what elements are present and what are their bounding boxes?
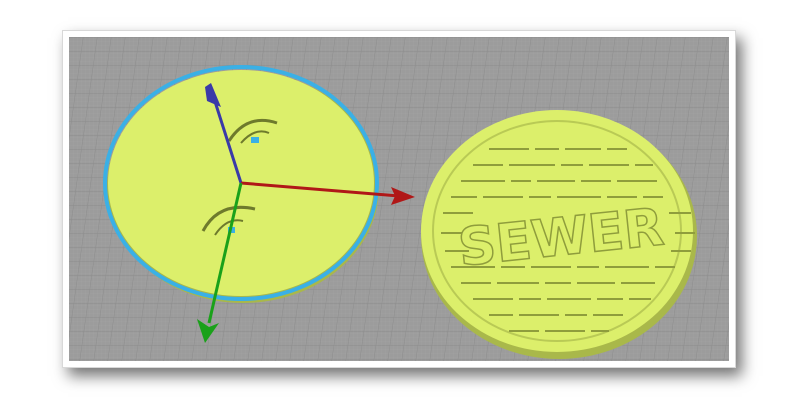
3d-viewport[interactable]: SEWER: [69, 37, 729, 361]
screenshot-frame: SEWER: [62, 30, 736, 368]
viewport-canvas: SEWER: [69, 37, 729, 361]
